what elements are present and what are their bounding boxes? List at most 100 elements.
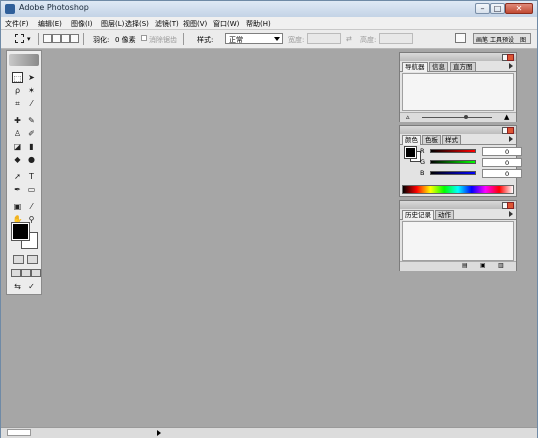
close-icon[interactable]: [507, 127, 514, 134]
palette-menu-icon[interactable]: [509, 211, 513, 217]
color-fg-swatch[interactable]: [404, 146, 417, 159]
maximize-button[interactable]: □: [490, 3, 505, 14]
shape-tool-icon[interactable]: ▭: [26, 184, 37, 195]
antialias-checkbox[interactable]: [141, 35, 147, 41]
separator: [183, 33, 184, 45]
channel-value-field[interactable]: 0: [482, 169, 522, 178]
quick-mask-icon[interactable]: [27, 255, 38, 264]
height-field[interactable]: [379, 33, 413, 44]
menu-filter[interactable]: 滤镜(T): [155, 19, 179, 29]
add-selection-icon[interactable]: [52, 34, 61, 43]
tab-swatches[interactable]: 色板: [422, 135, 441, 144]
pen-tool-icon[interactable]: ✒: [12, 184, 23, 195]
zoom-slider-handle[interactable]: [464, 115, 468, 119]
tab-actions[interactable]: 动作: [435, 210, 454, 219]
palette-tab-brushes[interactable]: 画笔: [476, 35, 488, 44]
adobe-online-icon[interactable]: [9, 54, 39, 66]
palette-titlebar[interactable]: [400, 201, 516, 209]
zoom-slider[interactable]: [422, 117, 492, 118]
marquee-tool-icon[interactable]: ⬚: [12, 72, 23, 83]
standard-screen-icon[interactable]: [11, 269, 21, 277]
channel-slider[interactable]: [430, 149, 476, 153]
new-snapshot-icon[interactable]: ▣: [480, 262, 486, 269]
type-tool-icon[interactable]: T: [26, 171, 37, 182]
standard-mode-icon[interactable]: [13, 255, 24, 264]
menu-file[interactable]: 文件(F): [5, 19, 29, 29]
tab-color[interactable]: 颜色: [402, 135, 421, 145]
palette-menu-icon[interactable]: [509, 63, 513, 69]
navigator-preview: [402, 73, 514, 111]
foreground-color-swatch[interactable]: [11, 222, 30, 241]
style-select[interactable]: 正常: [225, 33, 283, 44]
trash-icon[interactable]: ▥: [498, 262, 504, 269]
tab-styles[interactable]: 样式: [442, 135, 461, 144]
new-selection-icon[interactable]: [43, 34, 52, 43]
tab-histogram[interactable]: 直方图: [450, 62, 476, 71]
menu-image[interactable]: 图像(I): [71, 19, 93, 29]
palette-titlebar[interactable]: [400, 126, 516, 134]
close-icon[interactable]: [507, 202, 514, 209]
close-icon[interactable]: [507, 54, 514, 61]
color-ramp[interactable]: [402, 185, 514, 194]
tab-history[interactable]: 历史记录: [402, 210, 434, 220]
clone-stamp-tool-icon[interactable]: ♙: [12, 128, 23, 139]
feather-input[interactable]: 0 像素: [115, 35, 136, 45]
gradient-tool-icon[interactable]: ▮: [26, 141, 37, 152]
imageready-jump-icon[interactable]: ⇆: [12, 281, 23, 292]
zoom-in-icon[interactable]: ▲: [504, 113, 509, 121]
dodge-tool-icon[interactable]: ●: [26, 154, 37, 165]
close-button[interactable]: ✕: [505, 3, 533, 14]
menu-help[interactable]: 帮助(H): [246, 19, 271, 29]
zoom-out-icon[interactable]: ▵: [406, 113, 410, 121]
channel-slider[interactable]: [430, 171, 476, 175]
edit-imageready-icon[interactable]: ✓: [26, 281, 37, 292]
crop-tool-icon[interactable]: ⌗: [12, 98, 23, 109]
channel-label: R: [420, 147, 425, 155]
magic-wand-tool-icon[interactable]: ✶: [26, 85, 37, 96]
brush-tool-icon[interactable]: ✎: [26, 115, 37, 126]
tool-preset-arrow-icon[interactable]: ▾: [27, 35, 31, 43]
menu-bar: 文件(F) 编辑(E) 图像(I) 图层(L) 选择(S) 滤镜(T) 视图(V…: [1, 17, 537, 30]
healing-brush-tool-icon[interactable]: ✚: [12, 115, 23, 126]
history-list[interactable]: [402, 221, 514, 261]
eraser-tool-icon[interactable]: ◪: [12, 141, 23, 152]
move-tool-icon[interactable]: ➤: [26, 72, 37, 83]
channel-value-field[interactable]: 0: [482, 158, 522, 167]
palette-well: 画笔 工具预设 图: [473, 33, 531, 44]
printer-icon[interactable]: [455, 33, 466, 43]
slice-tool-icon[interactable]: ⁄: [26, 98, 37, 109]
eyedropper-tool-icon[interactable]: ⁄: [26, 201, 37, 212]
history-brush-tool-icon[interactable]: ✐: [26, 128, 37, 139]
palette-tab-more[interactable]: 图: [520, 35, 526, 44]
notes-tool-icon[interactable]: ▣: [12, 201, 23, 212]
new-document-icon[interactable]: ▤: [462, 262, 468, 269]
minimize-button[interactable]: –: [475, 3, 490, 14]
intersect-selection-icon[interactable]: [70, 34, 79, 43]
rect-marquee-icon[interactable]: [15, 34, 24, 43]
path-selection-tool-icon[interactable]: ➚: [12, 171, 23, 182]
channel-label: G: [420, 158, 426, 166]
channel-value-field[interactable]: 0: [482, 147, 522, 156]
width-field[interactable]: [307, 33, 341, 44]
blur-tool-icon[interactable]: ◆: [12, 154, 23, 165]
lasso-tool-icon[interactable]: ρ: [12, 85, 23, 96]
full-screen-icon[interactable]: [31, 269, 41, 277]
tab-info[interactable]: 信息: [429, 62, 448, 71]
status-menu-arrow-icon[interactable]: [157, 430, 161, 436]
style-select-value: 正常: [229, 36, 243, 44]
tab-navigator[interactable]: 导航器: [402, 62, 428, 72]
palette-titlebar[interactable]: [400, 53, 516, 61]
menu-window[interactable]: 窗口(W): [213, 19, 239, 29]
menu-view[interactable]: 视图(V): [183, 19, 207, 29]
channel-slider[interactable]: [430, 160, 476, 164]
status-zoom-field[interactable]: [7, 429, 31, 436]
subtract-selection-icon[interactable]: [61, 34, 70, 43]
menu-edit[interactable]: 编辑(E): [38, 19, 62, 29]
full-screen-menu-icon[interactable]: [21, 269, 31, 277]
menu-select[interactable]: 选择(S): [125, 19, 149, 29]
swap-icon[interactable]: ⇄: [346, 35, 352, 43]
menu-layer[interactable]: 图层(L): [101, 19, 124, 29]
palette-tab-presets[interactable]: 工具预设: [490, 35, 514, 44]
palette-menu-icon[interactable]: [509, 136, 513, 142]
history-tabs: 历史记录 动作: [400, 209, 516, 220]
